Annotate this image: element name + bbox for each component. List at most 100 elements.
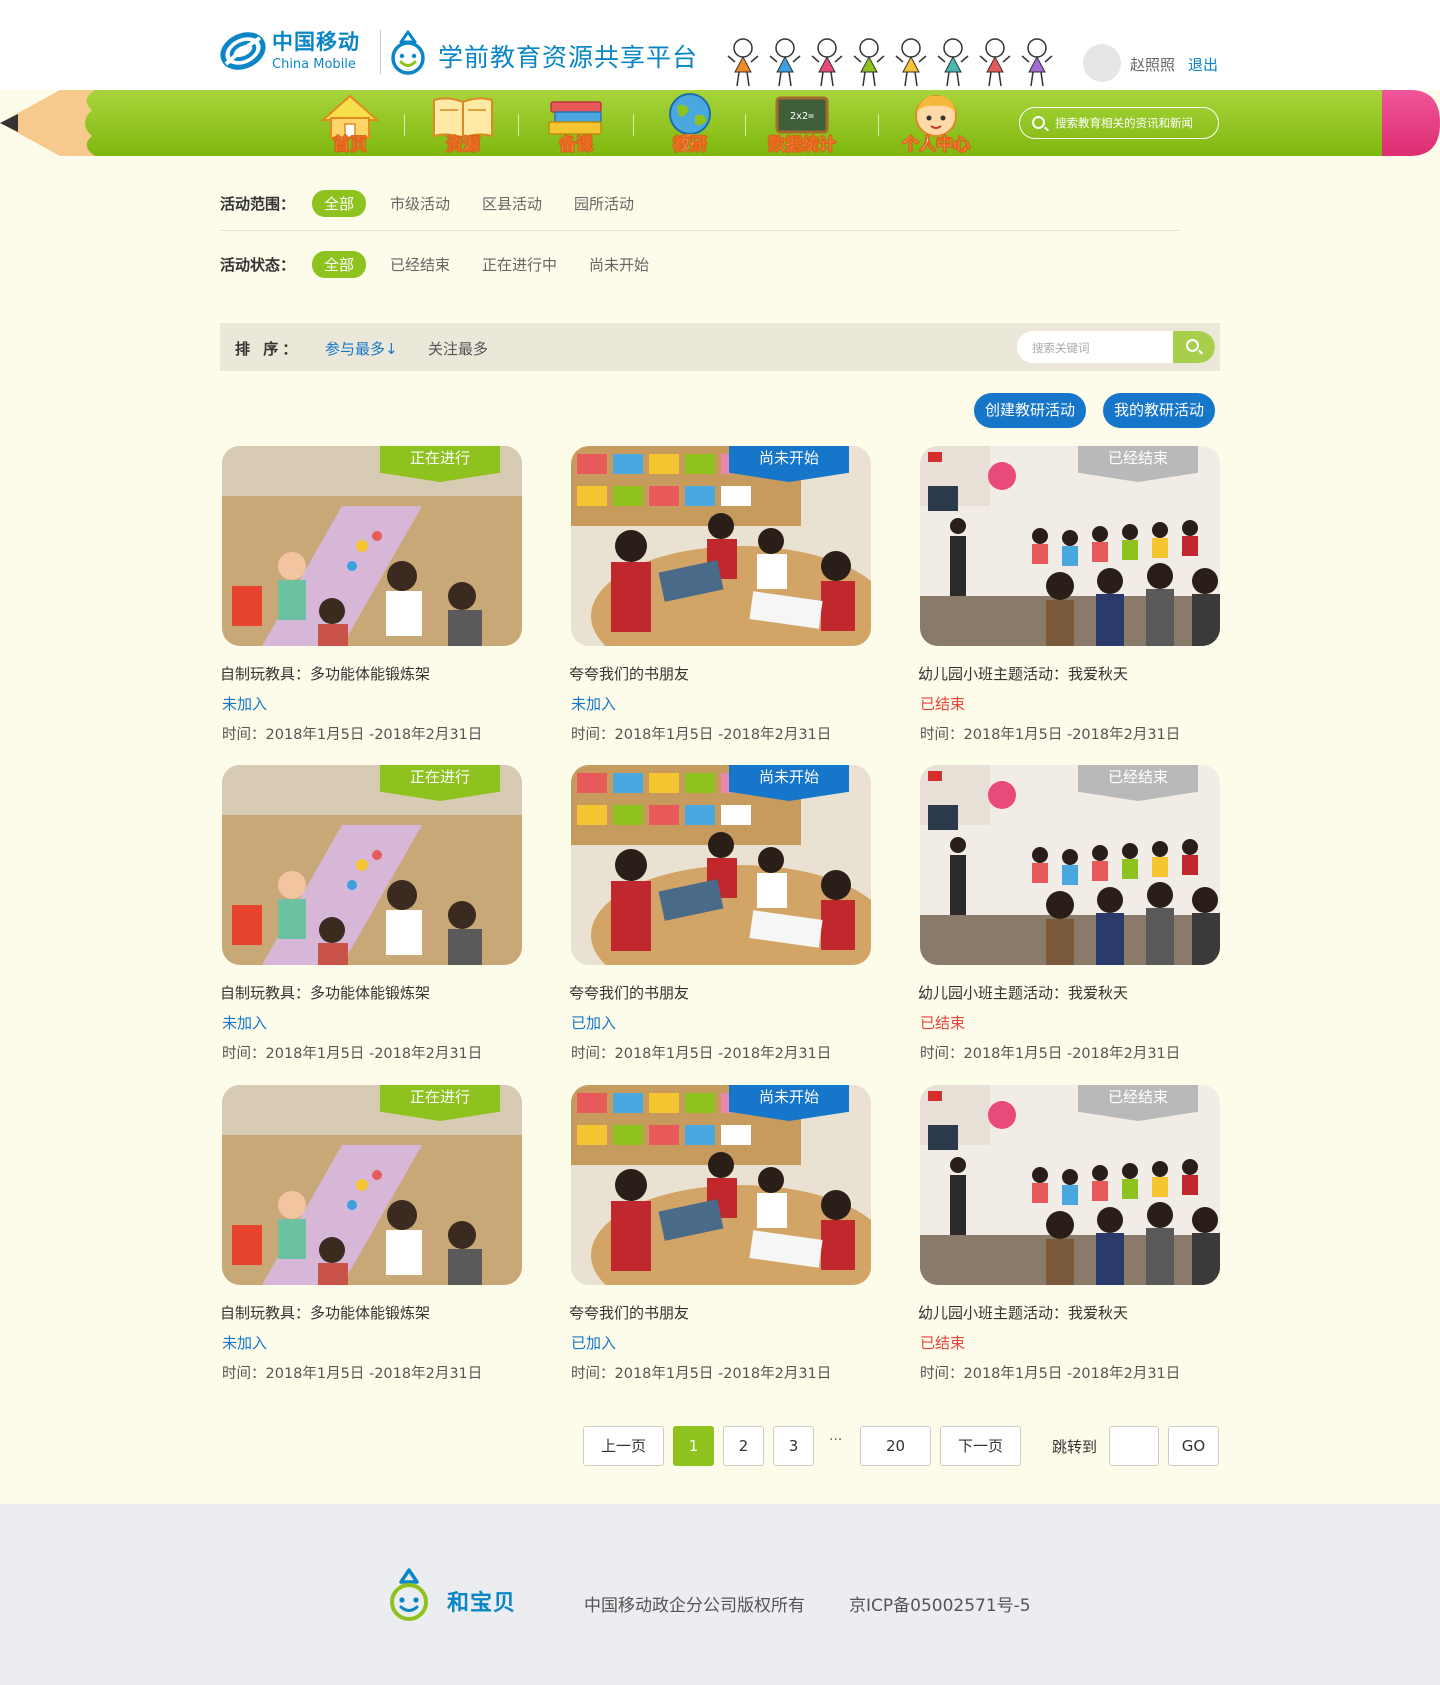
activity-title[interactable]: 自制玩教具：多功能体能锻炼架 xyxy=(220,1302,522,1323)
filter-scope-district[interactable]: 区县活动 xyxy=(482,193,542,214)
activity-title[interactable]: 自制玩教具：多功能体能锻炼架 xyxy=(220,663,522,684)
keyword-search-placeholder: 搜索关键词 xyxy=(1032,341,1090,355)
activity-photo[interactable]: 已经结束 xyxy=(920,1085,1220,1285)
activity-photo[interactable]: 尚未开始 xyxy=(571,1085,871,1285)
activity-title[interactable]: 夸夸我们的书朋友 xyxy=(569,663,871,684)
activity-time: 时间：2018年1月5日 -2018年2月31日 xyxy=(920,1366,1181,1382)
activity-photo[interactable]: 已经结束 xyxy=(920,446,1220,646)
filter-state-ended[interactable]: 已经结束 xyxy=(390,254,450,275)
user-name[interactable]: 赵照照 xyxy=(1130,54,1175,75)
activity-card[interactable]: 正在进行 自制玩教具：多功能体能锻炼架 未加入 时间：2018年1月5日 -20… xyxy=(220,446,522,744)
activity-title[interactable]: 幼儿园小班主题活动：我爱秋天 xyxy=(918,663,1220,684)
filter-scope-label: 活动范围： xyxy=(220,195,296,213)
activity-time: 时间：2018年1月5日 -2018年2月31日 xyxy=(222,1366,483,1382)
activity-title[interactable]: 幼儿园小班主题活动：我爱秋天 xyxy=(918,982,1220,1003)
filter-scope-city[interactable]: 市级活动 xyxy=(390,193,450,214)
nav-separator xyxy=(745,114,746,136)
nav-search-placeholder: 搜索教育相关的资讯和新闻 xyxy=(1055,116,1193,130)
nav-home[interactable]: 首页 xyxy=(317,92,383,155)
activity-card[interactable]: 已经结束 幼儿园小班主题活动：我爱秋天 已结束 时间：2018年1月5日 -20… xyxy=(918,1085,1220,1383)
china-mobile-logo-icon xyxy=(220,32,266,70)
filter-state-ongoing[interactable]: 正在进行中 xyxy=(482,254,557,275)
sort-most-followed[interactable]: 关注最多 xyxy=(428,338,488,359)
page-button[interactable]: 2 xyxy=(723,1426,764,1466)
search-icon xyxy=(1032,116,1045,129)
avatar[interactable] xyxy=(1083,44,1121,82)
nav-separator xyxy=(878,114,879,136)
go-button[interactable]: GO xyxy=(1168,1426,1219,1466)
activity-card[interactable]: 正在进行 自制玩教具：多功能体能锻炼架 未加入 时间：2018年1月5日 -20… xyxy=(220,1085,522,1383)
filter-divider xyxy=(220,230,1180,231)
activity-photo[interactable]: 尚未开始 xyxy=(571,446,871,646)
filter-state-label: 活动状态： xyxy=(220,256,296,274)
activity-card[interactable]: 正在进行 自制玩教具：多功能体能锻炼架 未加入 时间：2018年1月5日 -20… xyxy=(220,765,522,1063)
footer: 和宝贝 中国移动政企分公司版权所有 京ICP备05002571号-5 xyxy=(0,1504,1440,1685)
children-illustration-icon xyxy=(727,38,1053,87)
search-icon xyxy=(1186,339,1199,352)
activity-title[interactable]: 自制玩教具：多功能体能锻炼架 xyxy=(220,982,522,1003)
activity-card[interactable]: 已经结束 幼儿园小班主题活动：我爱秋天 已结束 时间：2018年1月5日 -20… xyxy=(918,446,1220,744)
filter-scope-row: 活动范围： 全部 市级活动 区县活动 园所活动 xyxy=(220,190,666,217)
brand-cn: 中国移动 xyxy=(272,29,360,54)
footer-copyright: 中国移动政企分公司版权所有 xyxy=(584,1596,805,1616)
activity-time: 时间：2018年1月5日 -2018年2月31日 xyxy=(920,727,1181,743)
nav-lesson-prep[interactable]: 备课 xyxy=(543,92,609,155)
next-page-button[interactable]: 下一页 xyxy=(940,1426,1021,1466)
prev-page-button[interactable]: 上一页 xyxy=(583,1426,664,1466)
china-mobile-logo[interactable]: 中国移动 China Mobile xyxy=(220,28,360,74)
activity-join-status: 未加入 xyxy=(222,1014,268,1032)
hebaobei-logo-icon xyxy=(390,1568,428,1621)
platform-title: 学前教育资源共享平台 xyxy=(438,43,699,72)
svg-text:2x2=: 2x2= xyxy=(790,111,814,122)
nav-label: 首页 xyxy=(333,135,368,156)
nav-separator xyxy=(404,114,405,136)
jump-to-label: 跳转到 xyxy=(1052,1438,1098,1456)
activity-join-status: 未加入 xyxy=(222,695,268,713)
filter-state-row: 活动状态： 全部 已经结束 正在进行中 尚未开始 xyxy=(220,251,681,278)
activity-join-status: 已加入 xyxy=(571,1334,617,1352)
nav-search-input[interactable]: 搜索教育相关的资讯和新闻 xyxy=(1019,107,1219,139)
activity-photo[interactable]: 正在进行 xyxy=(222,446,522,646)
activity-photo[interactable]: 尚未开始 xyxy=(571,765,871,965)
activity-card[interactable]: 尚未开始 夸夸我们的书朋友 已加入 时间：2018年1月5日 -2018年2月3… xyxy=(569,1085,871,1383)
nav-separator xyxy=(633,114,634,136)
activity-title[interactable]: 幼儿园小班主题活动：我爱秋天 xyxy=(918,1302,1220,1323)
activity-photo[interactable]: 正在进行 xyxy=(222,1085,522,1285)
filter-state-all[interactable]: 全部 xyxy=(312,251,367,278)
activity-card[interactable]: 尚未开始 夸夸我们的书朋友 未加入 时间：2018年1月5日 -2018年2月3… xyxy=(569,446,871,744)
activity-time: 时间：2018年1月5日 -2018年2月31日 xyxy=(222,1046,483,1062)
activity-time: 时间：2018年1月5日 -2018年2月31日 xyxy=(571,1046,832,1062)
nav-personal-center[interactable]: 个人中心 xyxy=(902,92,970,155)
nav-label: 资源 xyxy=(446,135,481,156)
activity-card[interactable]: 尚未开始 夸夸我们的书朋友 已加入 时间：2018年1月5日 -2018年2月3… xyxy=(569,765,871,1063)
last-page-button[interactable]: 20 xyxy=(860,1426,931,1466)
activity-time: 时间：2018年1月5日 -2018年2月31日 xyxy=(571,1366,832,1382)
create-activity-button[interactable]: 创建教研活动 xyxy=(974,393,1087,428)
filter-scope-kindergarten[interactable]: 园所活动 xyxy=(574,193,634,214)
activity-card[interactable]: 已经结束 幼儿园小班主题活动：我爱秋天 已结束 时间：2018年1月5日 -20… xyxy=(918,765,1220,1063)
activity-photo[interactable]: 已经结束 xyxy=(920,765,1220,965)
nav-resources[interactable]: 资源 xyxy=(430,92,496,155)
activity-photo[interactable]: 正在进行 xyxy=(222,765,522,965)
nav-label: 数据统计 xyxy=(768,135,837,156)
nav-research[interactable]: 教研 xyxy=(657,92,723,155)
filter-state-upcoming[interactable]: 尚未开始 xyxy=(589,254,649,275)
activity-title[interactable]: 夸夸我们的书朋友 xyxy=(569,982,871,1003)
page-button[interactable]: 3 xyxy=(773,1426,814,1466)
activity-join-status: 已结束 xyxy=(920,695,966,713)
nav-label: 教研 xyxy=(673,135,708,156)
page-button[interactable]: 1 xyxy=(673,1426,714,1466)
header-divider xyxy=(380,30,381,74)
activity-time: 时间：2018年1月5日 -2018年2月31日 xyxy=(920,1046,1181,1062)
keyword-search-button[interactable] xyxy=(1173,331,1215,363)
activity-join-status: 已结束 xyxy=(920,1334,966,1352)
activity-join-status: 已结束 xyxy=(920,1014,966,1032)
sort-most-participants[interactable]: 参与最多↓ xyxy=(325,338,398,359)
nav-statistics[interactable]: 2x2= 数据统计 xyxy=(768,92,836,155)
jump-page-input[interactable] xyxy=(1109,1426,1159,1466)
filter-scope-all[interactable]: 全部 xyxy=(312,190,367,217)
keyword-search-input[interactable]: 搜索关键词 xyxy=(1017,331,1215,363)
activity-title[interactable]: 夸夸我们的书朋友 xyxy=(569,1302,871,1323)
my-activities-button[interactable]: 我的教研活动 xyxy=(1103,393,1216,428)
logout-link[interactable]: 退出 xyxy=(1188,54,1218,75)
